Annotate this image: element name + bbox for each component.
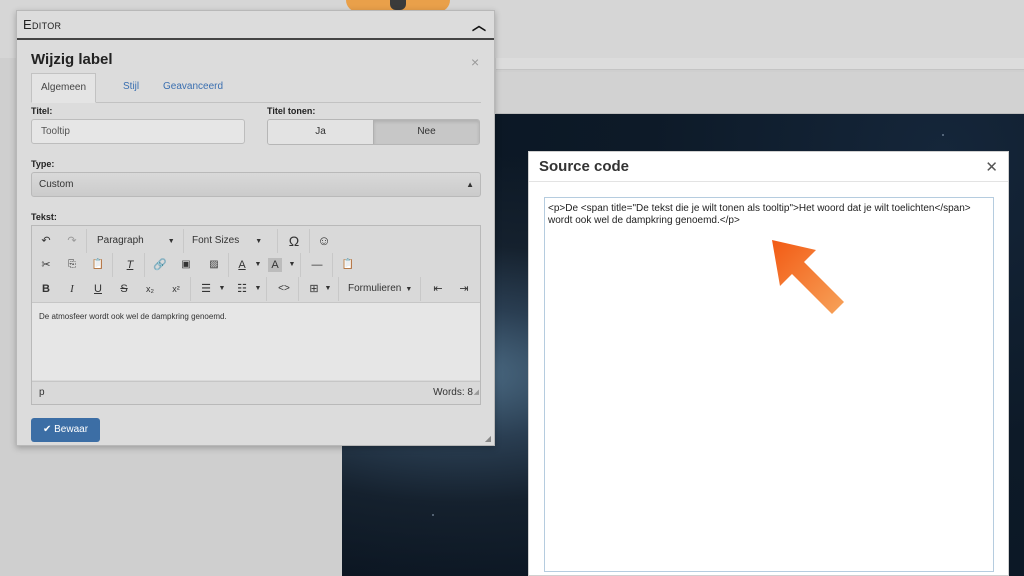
- font-sizes-label: Font Sizes: [192, 235, 240, 246]
- source-code-dialog: Source code ✕ <p>De <span title="De teks…: [528, 151, 1009, 576]
- title-input[interactable]: Tooltip: [31, 119, 245, 144]
- text-label: Tekst:: [31, 212, 57, 222]
- editor-statusbar: p Words: 8 ◢: [32, 381, 480, 405]
- bold-icon[interactable]: B: [36, 279, 56, 299]
- collapse-icon[interactable]: ︿: [472, 15, 486, 35]
- block-format-dropdown[interactable]: Paragraph ▼: [97, 231, 177, 251]
- strikethrough-icon[interactable]: S: [114, 279, 134, 299]
- close-icon[interactable]: ✕: [985, 158, 998, 176]
- hr-icon[interactable]: —: [307, 255, 327, 275]
- resize-grip-icon[interactable]: ◢: [474, 382, 479, 404]
- editor-title: Editor: [23, 17, 62, 32]
- numbered-list-caret-icon[interactable]: ▼: [254, 279, 262, 299]
- editor-header[interactable]: Editor ︿: [17, 11, 494, 40]
- show-title-no-button[interactable]: Nee: [373, 120, 479, 144]
- copy-icon[interactable]: ⎘: [62, 255, 82, 275]
- toolbar-row-3: B I U S x₂ x² ☰ ▼ ☷ ▼ <> ⊞ ▼ Formulieren…: [32, 277, 480, 301]
- source-dialog-title: Source code: [539, 158, 630, 175]
- pointer-arrow-icon: [772, 240, 844, 314]
- table-icon[interactable]: ⊞: [304, 279, 324, 299]
- window-resize-icon[interactable]: ◢: [485, 434, 491, 443]
- text-color-icon[interactable]: A: [232, 255, 252, 275]
- underline-icon[interactable]: U: [88, 279, 108, 299]
- element-path[interactable]: p: [39, 382, 45, 405]
- type-select-value: Custom: [39, 179, 74, 190]
- cut-icon[interactable]: ✂: [36, 255, 56, 275]
- outdent-icon[interactable]: ⇤: [428, 279, 448, 299]
- type-select[interactable]: Custom ▲: [31, 172, 481, 197]
- editor-window: Editor ︿ Wijzig label × Algemeen Stijl G…: [16, 10, 495, 446]
- bg-color-caret-icon[interactable]: ▼: [288, 255, 296, 275]
- bullet-list-icon[interactable]: ☰: [196, 279, 216, 299]
- emoji-icon[interactable]: ☺: [314, 231, 334, 251]
- source-dialog-header: Source code ✕: [529, 152, 1008, 182]
- background-toolbar: [496, 72, 1024, 114]
- image-icon[interactable]: ▨: [204, 255, 224, 275]
- superscript-icon[interactable]: x²: [166, 279, 186, 299]
- forms-dropdown[interactable]: Formulieren ▼: [348, 279, 418, 299]
- forms-label: Formulieren: [348, 283, 402, 294]
- close-icon[interactable]: ×: [471, 54, 479, 70]
- link-icon[interactable]: 🔗: [150, 255, 170, 275]
- block-format-label: Paragraph: [97, 235, 144, 246]
- numbered-list-icon[interactable]: ☷: [232, 279, 252, 299]
- save-label: Bewaar: [54, 424, 89, 435]
- tab-algemeen[interactable]: Algemeen: [31, 73, 96, 103]
- paste-icon[interactable]: 📋: [88, 255, 108, 275]
- title-label: Titel:: [31, 106, 53, 116]
- source-code-textarea[interactable]: <p>De <span title="De tekst die je wilt …: [544, 197, 994, 572]
- editor-content[interactable]: De atmosfeer wordt ook wel de dampkring …: [32, 302, 480, 380]
- background-divider: [496, 58, 1024, 70]
- show-title-label: Titel tonen:: [267, 106, 316, 116]
- text-color-caret-icon[interactable]: ▼: [254, 255, 262, 275]
- table-caret-icon[interactable]: ▼: [324, 279, 332, 299]
- bullet-list-caret-icon[interactable]: ▼: [218, 279, 226, 299]
- select-arrows-icon: ▲: [466, 180, 474, 189]
- omega-icon[interactable]: Ω: [284, 231, 304, 251]
- show-title-toggle: Ja Nee: [267, 119, 480, 145]
- indent-icon[interactable]: ⇥: [454, 279, 474, 299]
- check-icon: ✔: [42, 424, 52, 435]
- paste-text-icon[interactable]: 📋: [338, 255, 358, 275]
- font-sizes-dropdown[interactable]: Font Sizes ▼: [192, 231, 274, 251]
- word-count: Words: 8: [433, 387, 473, 398]
- type-label: Type:: [31, 159, 55, 169]
- tab-stijl[interactable]: Stijl: [113, 73, 149, 103]
- rich-text-editor: ↶ ↷ Paragraph ▼ Font Sizes ▼ Ω ☺ ✂ ⎘ 📋 T 🔗…: [31, 225, 481, 405]
- tab-bar: Algemeen Stijl Geavanceerd: [31, 73, 481, 103]
- toolbar-row-2: ✂ ⎘ 📋 T 🔗 ▣ ▨ A ▼ A ▼ — 📋: [32, 253, 480, 277]
- italic-icon[interactable]: I: [62, 279, 82, 299]
- bg-color-icon[interactable]: A: [268, 258, 282, 272]
- tab-geavanceerd[interactable]: Geavanceerd: [153, 73, 233, 103]
- clear-format-icon[interactable]: T: [120, 255, 140, 275]
- code-icon[interactable]: <>: [274, 279, 294, 299]
- save-button[interactable]: ✔ Bewaar: [31, 418, 100, 442]
- subscript-icon[interactable]: x₂: [140, 279, 160, 299]
- undo-icon[interactable]: ↶: [36, 231, 56, 251]
- toolbar-row-1: ↶ ↷ Paragraph ▼ Font Sizes ▼ Ω ☺: [32, 229, 480, 253]
- media-icon[interactable]: ▣: [176, 255, 196, 275]
- panel-title: Wijzig label: [31, 51, 113, 68]
- show-title-yes-button[interactable]: Ja: [268, 120, 373, 144]
- redo-icon[interactable]: ↷: [62, 231, 82, 251]
